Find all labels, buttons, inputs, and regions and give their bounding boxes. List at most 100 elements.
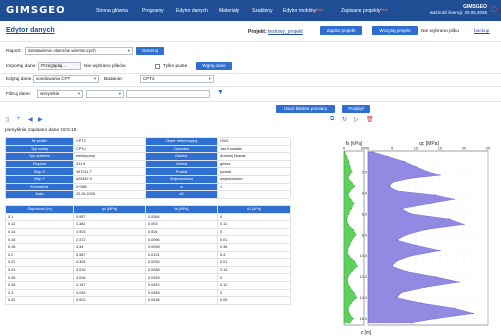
- table-cell[interactable]: 4.045: [73, 288, 146, 298]
- table-row[interactable]: 0.26 4.516 0.0326 0: [5, 273, 291, 282]
- table-row[interactable]: 0.12 1.382 0.003 0.11: [5, 220, 291, 229]
- table-cell[interactable]: 0.14: [5, 227, 74, 237]
- column-header[interactable]: u2 [kPa]: [217, 205, 291, 214]
- sublayer-button[interactable]: Podpięł: [342, 105, 370, 113]
- table-cell[interactable]: 0.0131: [145, 250, 218, 260]
- filter-icon[interactable]: ▼: [217, 89, 224, 96]
- metadata-value[interactable]: elektryczny: [73, 152, 146, 161]
- nav-item-materials[interactable]: Materiały: [219, 8, 239, 14]
- column-header[interactable]: qc [MPa]: [73, 205, 146, 214]
- load-project-button[interactable]: Wczytaj projekt: [372, 26, 418, 35]
- table-cell[interactable]: 4.157: [73, 280, 146, 290]
- table-row[interactable]: 0.24 4.516 0.0288 0.13: [5, 265, 291, 275]
- table-cell[interactable]: 3.922: [73, 296, 146, 305]
- table-cell[interactable]: 0: [217, 227, 291, 237]
- table-cell[interactable]: 0.004: [145, 227, 218, 237]
- filter-secondary-select[interactable]: [86, 90, 124, 98]
- metadata-value[interactable]: powiat: [217, 167, 291, 176]
- filter-select[interactable]: wszystkie: [37, 90, 83, 98]
- table-cell[interactable]: 3.987: [73, 250, 146, 260]
- table-cell[interactable]: 4.304: [73, 258, 146, 267]
- table-cell[interactable]: 0.24: [5, 265, 74, 275]
- table-cell[interactable]: 4.516: [73, 265, 146, 275]
- table-row[interactable]: 0.16 2.472 0.0066 0.01: [5, 235, 291, 244]
- table-cell[interactable]: 1.903: [73, 227, 146, 237]
- save-project-button[interactable]: Zapisz projekt: [320, 26, 362, 35]
- edit-data-select[interactable]: sondowania CPT: [33, 75, 99, 83]
- table-cell[interactable]: 0.0456: [145, 288, 218, 298]
- refresh-icon[interactable]: ↻: [342, 116, 347, 123]
- logo[interactable]: GIMSGEO: [6, 5, 66, 16]
- metadata-value[interactable]: gmina: [217, 159, 291, 169]
- table-cell[interactable]: 0.01: [217, 235, 291, 244]
- table-cell[interactable]: 0.0254: [145, 258, 218, 267]
- metadata-value[interactable]: 311.9: [73, 159, 146, 169]
- table-row[interactable]: 0.18 3.34 0.0098 0.35: [5, 242, 291, 252]
- table-cell[interactable]: 0.3: [5, 288, 74, 298]
- table-cell[interactable]: 2.472: [73, 235, 146, 244]
- metadata-value[interactable]: 497011.7: [73, 167, 146, 176]
- nav-item-templates[interactable]: Szablony: [252, 8, 273, 14]
- metadata-value[interactable]: CPTu: [73, 144, 146, 154]
- table-cell[interactable]: 3.34: [73, 242, 146, 252]
- nav-item-programs[interactable]: Programy: [142, 8, 164, 14]
- arrow-right-icon[interactable]: ▶: [38, 116, 43, 123]
- table-cell[interactable]: 0: [217, 288, 291, 298]
- table-cell[interactable]: 0.957: [73, 212, 146, 222]
- table-cell[interactable]: 0.05: [217, 296, 291, 305]
- trash-icon[interactable]: 🗑: [366, 116, 374, 123]
- table-row[interactable]: 0.32 3.922 0.0436 0.05: [5, 296, 291, 305]
- copy-icon[interactable]: ⧉: [330, 116, 334, 123]
- table-cell[interactable]: 0.13: [217, 265, 291, 275]
- table-cell[interactable]: 0.0326: [145, 273, 218, 282]
- table-cell[interactable]: 0.16: [5, 235, 74, 244]
- nav-item-mobile-editor[interactable]: Edytor mobilnyBeta: [283, 8, 323, 14]
- metadata-value[interactable]: 629487.9: [73, 174, 146, 184]
- table-cell[interactable]: 0.4: [217, 250, 291, 260]
- table-row[interactable]: 0.22 4.304 0.0254 0.01: [5, 258, 291, 267]
- column-header[interactable]: fs [MPa]: [145, 205, 218, 214]
- table-cell[interactable]: 0.01: [217, 258, 291, 267]
- browse-button[interactable]: Przeglądaj...: [38, 62, 81, 70]
- table-row[interactable]: 0.14 1.903 0.004 0: [5, 227, 291, 237]
- table-cell[interactable]: 0.0084: [145, 212, 218, 222]
- table-cell[interactable]: 0.22: [5, 258, 74, 267]
- metadata-value[interactable]: 1: [217, 182, 291, 192]
- table-cell[interactable]: 0.0492: [145, 280, 218, 290]
- only-empty-checkbox[interactable]: [155, 64, 160, 69]
- load-data-button[interactable]: Wgraj dane: [196, 62, 232, 70]
- table-cell[interactable]: 0.11: [217, 220, 291, 229]
- file-icon[interactable]: ▯: [6, 116, 9, 123]
- arrow-left-icon[interactable]: ◀: [28, 116, 33, 123]
- metadata-value[interactable]: CPT2: [73, 137, 146, 146]
- table-cell[interactable]: 0.32: [5, 296, 74, 305]
- table-cell[interactable]: 0.003: [145, 220, 218, 229]
- table-cell[interactable]: 0.28: [5, 280, 74, 290]
- filter-value-input[interactable]: [126, 90, 210, 98]
- metadata-value[interactable]: Andrzej Nowak: [217, 152, 291, 161]
- table-cell[interactable]: 1.382: [73, 220, 146, 229]
- column-header[interactable]: Głębokość [m]: [5, 205, 74, 214]
- report-select[interactable]: Zestawienie otworów wiertniczych: [25, 47, 133, 55]
- table-cell[interactable]: 0.0288: [145, 265, 218, 275]
- nav-item-saved-projects[interactable]: Zapisane projektyBeta: [341, 8, 388, 14]
- table-cell[interactable]: 0.0436: [145, 296, 218, 305]
- metadata-value[interactable]: OW1: [217, 137, 291, 146]
- page-title[interactable]: Edytor danych: [6, 27, 55, 34]
- table-cell[interactable]: 0: [217, 212, 291, 222]
- table-cell[interactable]: 0: [217, 273, 291, 282]
- metadata-value[interactable]: 20.06.2028: [73, 190, 146, 199]
- nav-item-home[interactable]: Strona główna: [96, 8, 128, 14]
- table-cell[interactable]: 0.12: [217, 280, 291, 290]
- table-cell[interactable]: 0.2: [5, 250, 74, 260]
- backup-link[interactable]: backup: [474, 29, 489, 34]
- remove-errors-button[interactable]: Usuń błędne pomiary: [276, 105, 335, 113]
- table-cell[interactable]: 0.18: [5, 242, 74, 252]
- plus-icon[interactable]: +: [17, 116, 21, 122]
- metadata-value[interactable]: Jan Kowalski: [217, 144, 291, 154]
- play-icon[interactable]: ▷: [354, 116, 359, 123]
- power-icon[interactable]: ⏻: [491, 5, 497, 15]
- table-row[interactable]: 0.28 4.157 0.0492 0.12: [5, 280, 291, 290]
- table-row[interactable]: 0.1 0.957 0.0084 0: [5, 212, 291, 222]
- table-cell[interactable]: 0.0098: [145, 242, 218, 252]
